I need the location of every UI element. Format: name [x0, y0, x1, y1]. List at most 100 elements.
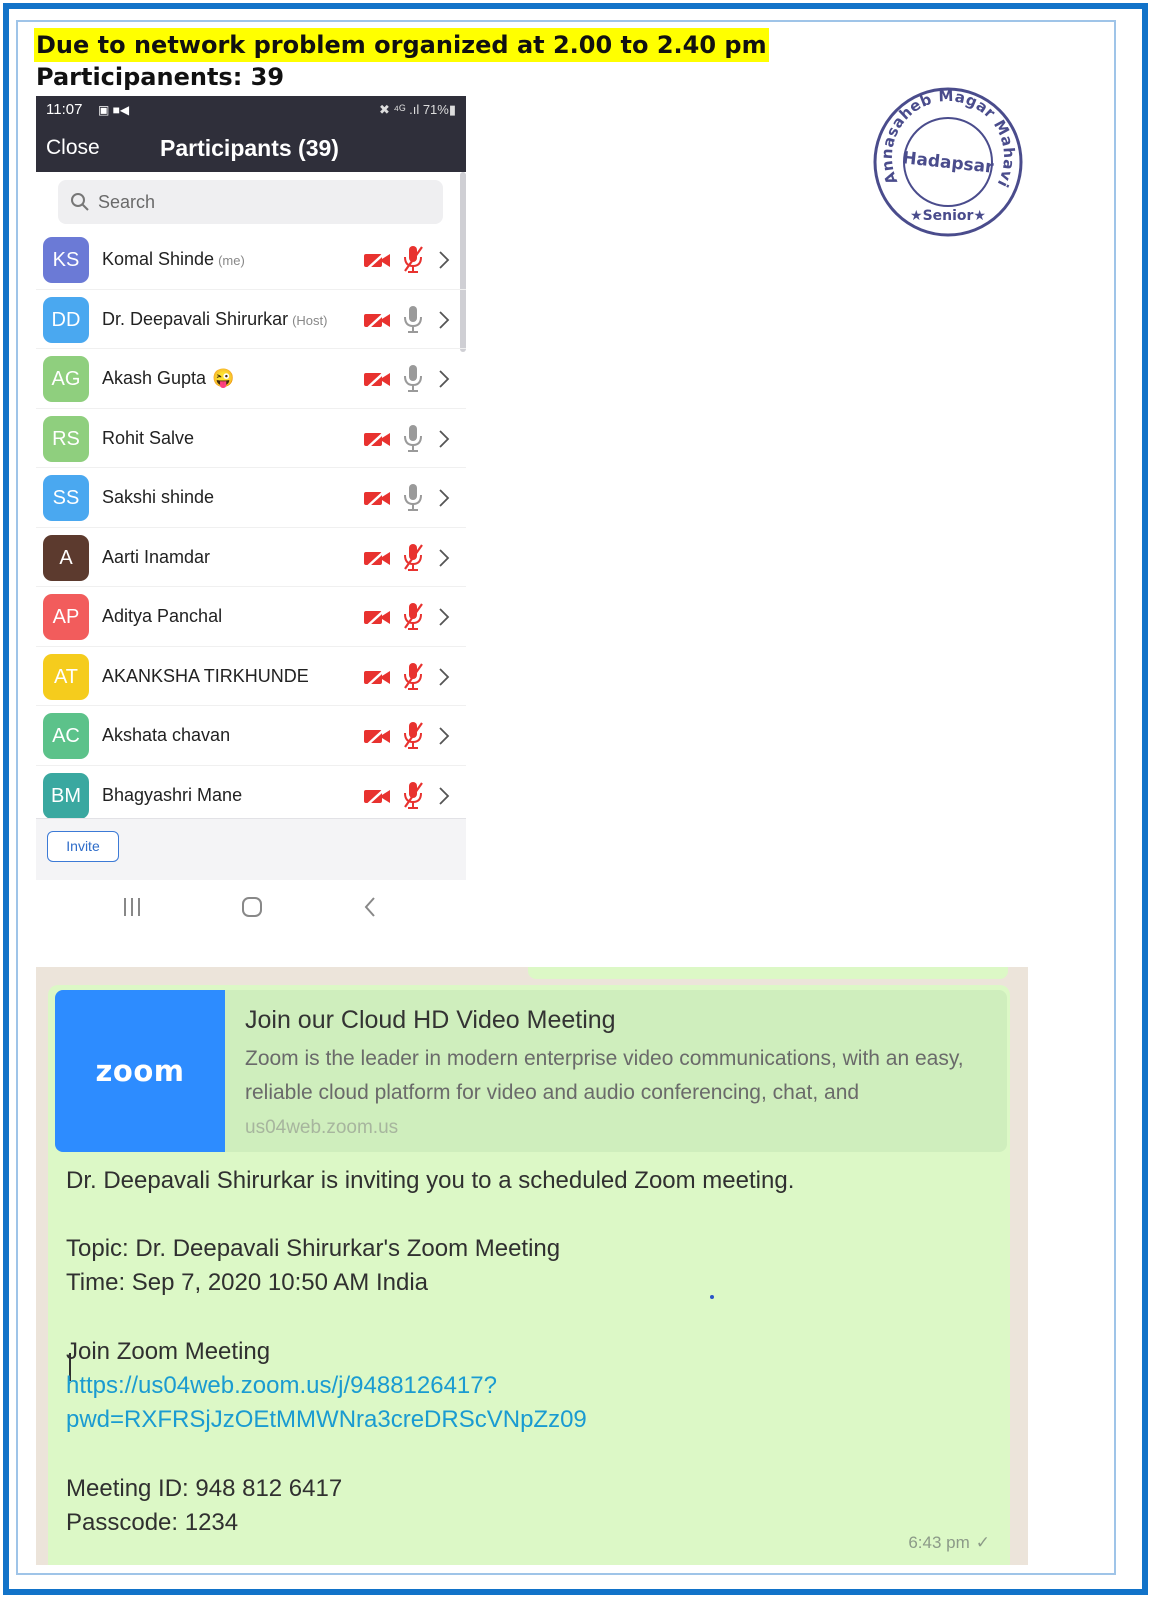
participant-name: Dr. Deepavali Shirurkar (Host)	[102, 290, 327, 350]
avatar: AT	[43, 653, 89, 700]
chevron-right-icon[interactable]	[438, 607, 450, 627]
participant-name-text: AKANKSHA TIRKHUNDE	[102, 665, 309, 686]
video-off-icon	[364, 725, 390, 747]
android-nav-bar	[36, 880, 466, 936]
participant-row[interactable]: KS Komal Shinde (me)	[36, 230, 466, 290]
participant-name: Rohit Salve	[102, 409, 194, 468]
meeting-link-part-2[interactable]: pwd=RXFRSjJzOEtMMWNra3creDRScVNpZz09	[66, 1403, 587, 1437]
invite-bar: Invite	[36, 818, 466, 880]
time-line: Time: Sep 7, 2020 10:50 AM India	[66, 1269, 429, 1296]
status-time: 11:07	[46, 101, 83, 118]
status-battery-signal: ✖ ⁴ᴳ .ıl 71%▮	[378, 102, 456, 117]
link-preview-card[interactable]: zoom Join our Cloud HD Video Meeting Zoo…	[55, 990, 1007, 1152]
participant-name-text: Aditya Panchal	[102, 606, 223, 626]
search-icon	[71, 193, 89, 211]
stray-dot	[710, 1295, 714, 1299]
participant-name-text: Bhagyashri Mane	[102, 784, 243, 805]
avatar: RS	[43, 415, 89, 462]
whatsapp-message-screenshot: zoom Join our Cloud HD Video Meeting Zoo…	[36, 967, 1028, 1565]
participant-name: Sakshi shinde	[102, 468, 214, 527]
video-off-icon	[364, 308, 390, 331]
participant-row[interactable]: AG Akash Gupta 😜	[36, 349, 466, 409]
participants-count-line: Participanents: 39	[36, 63, 285, 91]
zoom-logo-tile: zoom	[55, 990, 225, 1152]
participants-title: Participants (39)	[160, 135, 339, 161]
svg-text:Annasaheb Magar Mahavidyalaya: Annasaheb Magar Mahavidyalaya	[872, 86, 1018, 190]
meeting-id-line: Meeting ID: 948 812 6417	[66, 1475, 343, 1502]
video-off-icon	[364, 427, 390, 450]
search-placeholder: Search	[98, 192, 156, 212]
participant-name: Bhagyashri Mane	[102, 766, 242, 825]
participant-name-text: Aarti Inamdar	[102, 546, 211, 567]
participant-name: Aditya Panchal	[102, 587, 222, 646]
timestamp-text: 6:43 pm	[908, 1533, 970, 1552]
mic-icon	[404, 365, 422, 392]
participant-role-tag: (me)	[218, 253, 245, 268]
avatar: AC	[43, 713, 89, 759]
avatar: A	[43, 534, 89, 581]
participant-name-text: Rohit Salve	[102, 427, 195, 448]
participant-row[interactable]: AT AKANKSHA TIRKHUNDE	[36, 647, 466, 706]
video-off-icon	[364, 665, 390, 688]
participant-name: Akash Gupta 😜	[102, 349, 234, 408]
participant-name-text: Dr. Deepavali Shirurkar	[102, 308, 289, 329]
avatar: SS	[43, 475, 89, 521]
avatar: DD	[43, 296, 89, 343]
video-off-icon	[364, 249, 390, 271]
invite-line: Dr. Deepavali Shirurkar is inviting you …	[66, 1167, 795, 1194]
video-off-icon	[364, 368, 390, 390]
participant-row[interactable]: AP Aditya Panchal	[36, 587, 466, 647]
headline: Due to network problem organized at 2.00…	[34, 28, 769, 62]
search-input[interactable]: Search	[58, 180, 443, 224]
mic-muted-icon	[404, 781, 423, 809]
mic-icon	[404, 305, 422, 333]
participant-row[interactable]: BM Bhagyashri Mane	[36, 766, 466, 825]
participant-name-text: Sakshi shinde	[102, 487, 215, 507]
home-icon[interactable]	[241, 896, 263, 918]
college-seal-stamp: Annasaheb Magar Mahavidyalaya Hadapsar ★…	[872, 86, 1023, 237]
chevron-right-icon[interactable]	[438, 548, 450, 568]
preview-url: us04web.zoom.us	[245, 1117, 399, 1138]
participant-row[interactable]: SS Sakshi shinde	[36, 468, 466, 528]
chevron-right-icon[interactable]	[438, 667, 450, 687]
avatar: BM	[43, 772, 89, 819]
participant-name: Aarti Inamdar	[102, 528, 210, 587]
chevron-right-icon[interactable]	[438, 310, 450, 330]
chevron-right-icon[interactable]	[438, 429, 450, 449]
avatar: AG	[43, 356, 89, 402]
participant-row[interactable]: RS Rohit Salve	[36, 409, 466, 468]
passcode-line: Passcode: 1234	[66, 1509, 239, 1536]
recent-apps-icon[interactable]	[122, 896, 142, 918]
chevron-right-icon[interactable]	[438, 488, 450, 508]
mic-icon	[404, 424, 422, 452]
chevron-right-icon[interactable]	[438, 726, 450, 746]
participant-name: Akshata chavan	[102, 706, 230, 765]
chevron-right-icon[interactable]	[438, 369, 450, 389]
zoom-participants-screenshot: 11:07 ▣ ■◀ ✖ ⁴ᴳ .ıl 71%▮ Close Participa…	[36, 96, 466, 936]
participant-row[interactable]: A Aarti Inamdar	[36, 528, 466, 587]
preview-title: Join our Cloud HD Video Meeting	[245, 1006, 616, 1034]
participant-name-text: Akshata chavan	[102, 725, 231, 745]
invite-button[interactable]: Invite	[47, 831, 119, 862]
mic-muted-icon	[404, 603, 423, 630]
chevron-right-icon[interactable]	[438, 786, 450, 806]
mic-muted-icon	[404, 543, 423, 571]
back-icon[interactable]	[363, 895, 377, 919]
participant-row[interactable]: DD Dr. Deepavali Shirurkar (Host)	[36, 290, 466, 350]
mic-muted-icon	[404, 246, 423, 273]
participant-name: AKANKSHA TIRKHUNDE	[102, 647, 309, 706]
chevron-right-icon[interactable]	[438, 250, 450, 270]
close-button[interactable]: Close	[46, 134, 100, 162]
sent-tick-icon: ✓	[975, 1533, 990, 1552]
svg-text:Hadapsar: Hadapsar	[901, 148, 995, 178]
svg-text:★Senior★: ★Senior★	[910, 208, 986, 224]
previous-message-bubble	[528, 967, 1008, 979]
video-off-icon	[364, 606, 390, 628]
topic-line: Topic: Dr. Deepavali Shirurkar's Zoom Me…	[66, 1235, 561, 1262]
participants-list: KS Komal Shinde (me) DD Dr. Deepavali Shirur…	[36, 230, 466, 825]
status-notification-icons: ▣ ■◀	[98, 103, 130, 117]
meeting-link-part-1[interactable]: https://us04web.zoom.us/j/9488126417?	[66, 1369, 497, 1403]
mic-muted-icon	[404, 662, 423, 690]
participant-row[interactable]: AC Akshata chavan	[36, 706, 466, 766]
mic-muted-icon	[404, 722, 423, 749]
